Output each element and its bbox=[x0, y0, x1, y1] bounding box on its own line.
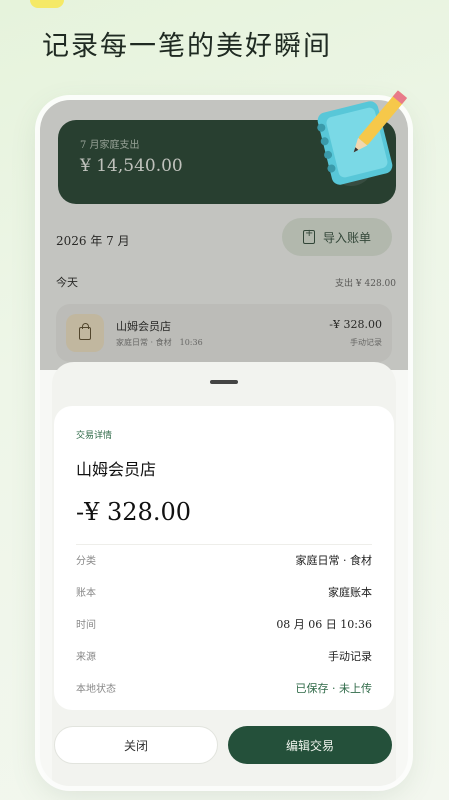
notebook-pencil-illustration bbox=[317, 90, 408, 185]
detail-row-time: 时间 08 月 06 日 10:36 bbox=[76, 616, 372, 636]
detail-row-key: 分类 bbox=[76, 556, 96, 567]
detail-divider bbox=[76, 544, 372, 545]
detail-amount: -¥ 328.00 bbox=[76, 498, 191, 526]
detail-row-source: 来源 手动记录 bbox=[76, 648, 372, 668]
detail-row-ledger: 账本 家庭账本 bbox=[76, 584, 372, 604]
detail-kicker: 交易详情 bbox=[76, 431, 113, 441]
detail-merchant: 山姆会员店 bbox=[76, 460, 157, 479]
detail-row-value: 08 月 06 日 10:36 bbox=[276, 618, 372, 631]
detail-card: 交易详情 山姆会员店 -¥ 328.00 分类 家庭日常 · 食材 账本 家庭账… bbox=[54, 406, 394, 710]
close-button[interactable]: 关闭 bbox=[54, 726, 218, 764]
detail-row-key: 时间 bbox=[76, 620, 96, 631]
page-headline: 记录每一笔的美好瞬间 bbox=[42, 31, 332, 62]
edit-transaction-button[interactable]: 编辑交易 bbox=[228, 726, 392, 764]
sheet-drag-handle[interactable] bbox=[210, 380, 238, 384]
detail-row-value: 已保存 · 未上传 bbox=[295, 682, 373, 695]
detail-row-value: 家庭账本 bbox=[328, 586, 372, 599]
transaction-detail-sheet: 交易详情 山姆会员店 -¥ 328.00 分类 家庭日常 · 食材 账本 家庭账… bbox=[52, 362, 396, 786]
phone-frame: 7 月家庭支出 ¥ 14,540.00 2026 年 7 月 导入账单 今天 支… bbox=[40, 100, 408, 786]
detail-row-key: 账本 bbox=[76, 588, 96, 599]
detail-row-local-status: 本地状态 已保存 · 未上传 bbox=[76, 680, 372, 700]
detail-row-category: 分类 家庭日常 · 食材 bbox=[76, 552, 372, 572]
detail-row-key: 本地状态 bbox=[76, 684, 116, 695]
detail-row-key: 来源 bbox=[76, 652, 96, 663]
decorative-blob bbox=[30, 0, 64, 8]
detail-row-value: 家庭日常 · 食材 bbox=[295, 554, 373, 567]
detail-row-value: 手动记录 bbox=[328, 650, 372, 663]
